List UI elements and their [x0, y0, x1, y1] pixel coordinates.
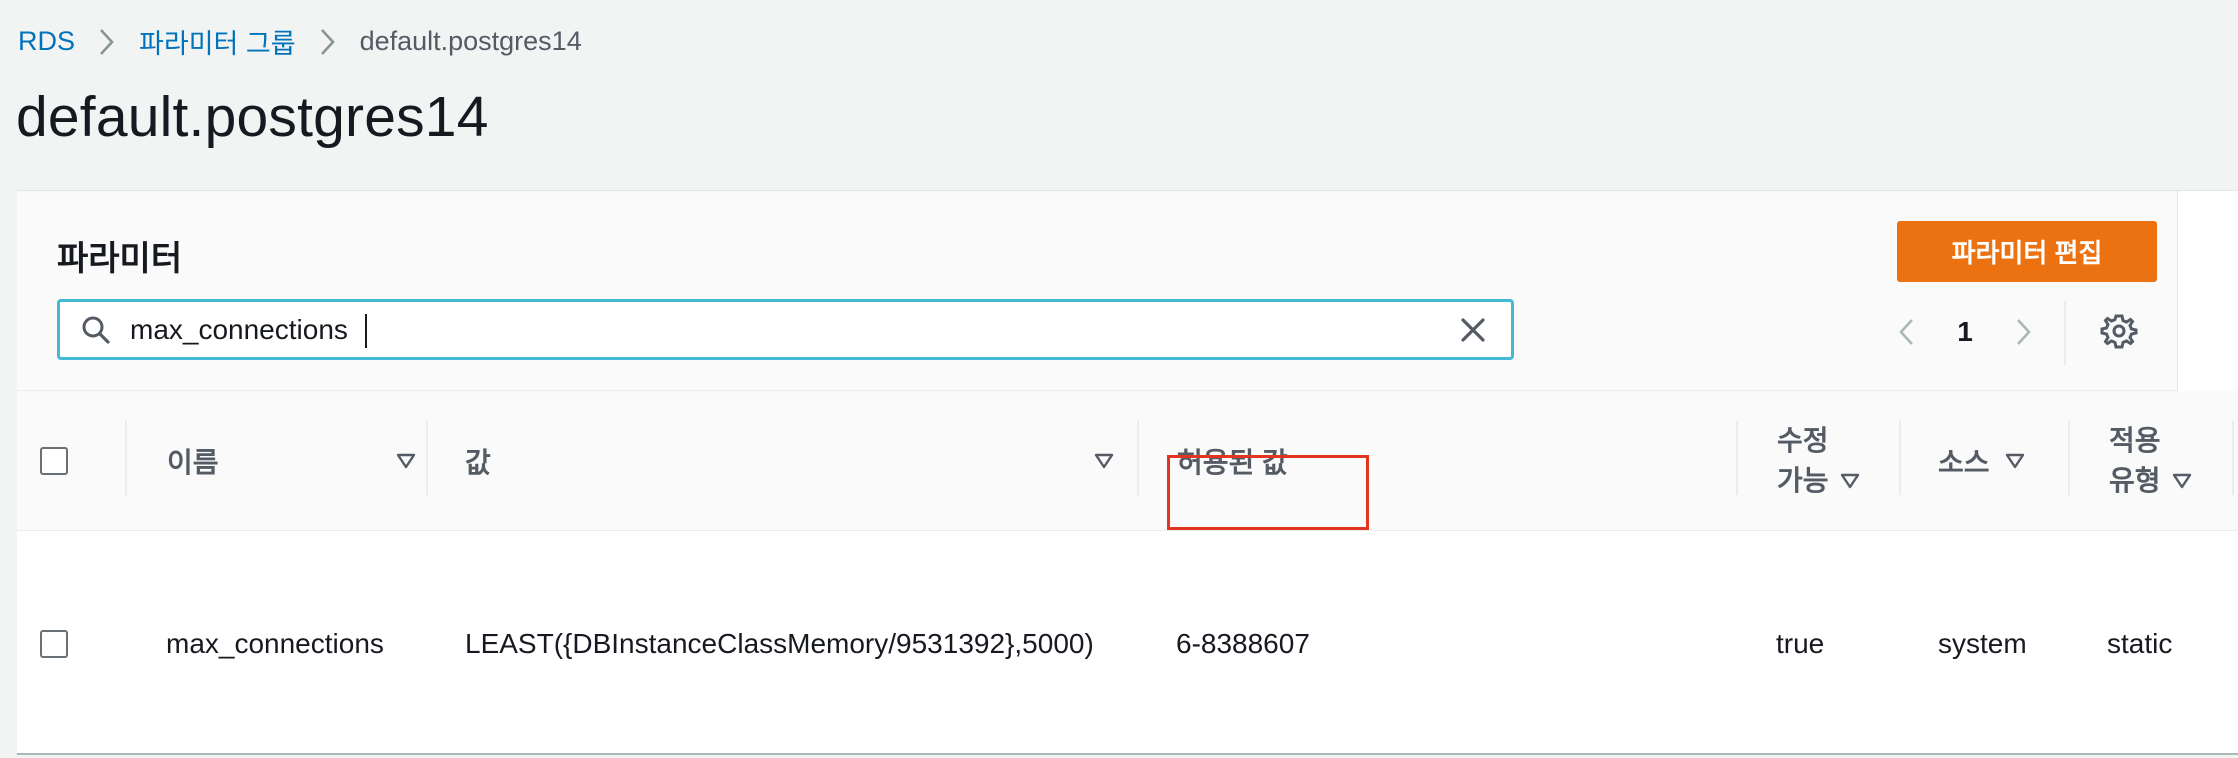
page-title: default.postgres14 [16, 85, 489, 149]
column-header-modifiable[interactable]: 수정 가능 [1777, 391, 1877, 531]
table-header: 이름 값 허용된 값 수정 가능 소스 적용 유형 [17, 391, 2238, 531]
row-select-cell [40, 532, 68, 755]
breadcrumb-parameter-groups-link[interactable]: 파라미터 그룹 [139, 22, 296, 61]
sort-down-icon[interactable] [395, 452, 417, 470]
column-label: 수정 가능 [1777, 421, 1861, 501]
sort-down-icon[interactable] [1093, 452, 1115, 470]
column-divider [1137, 421, 1139, 495]
panel-title: 파라미터 [57, 240, 183, 278]
column-label-line: 적용 [2109, 425, 2161, 456]
column-label: 적용 유형 [2109, 421, 2193, 501]
column-label: 이름 [167, 447, 219, 478]
cell-allowed-values: 6-8388607 [1176, 627, 1310, 659]
gear-icon[interactable] [2100, 312, 2138, 350]
cell-name: max_connections [166, 627, 384, 659]
breadcrumb: RDS 파라미터 그룹 default.postgres14 [18, 22, 582, 61]
chevron-right-icon [75, 27, 139, 57]
pagination: 1 [1889, 309, 2041, 355]
edit-parameters-button[interactable]: 파라미터 편집 [1897, 221, 2157, 282]
parameters-panel: 파라미터 파라미터 편집 1 [17, 190, 2238, 755]
chevron-left-icon[interactable] [1889, 312, 1925, 352]
column-divider [125, 421, 127, 495]
column-label: 소스 [1938, 447, 1990, 478]
select-all-checkbox[interactable] [40, 447, 68, 475]
cell-modifiable: true [1776, 627, 1825, 659]
column-label-line: 가능 [1777, 461, 1861, 501]
column-label: 값 [465, 447, 491, 478]
row-checkbox[interactable] [40, 629, 68, 658]
column-label-line: 유형 [2109, 461, 2193, 501]
search-icon [80, 314, 112, 346]
chevron-right-icon [296, 27, 360, 57]
sort-down-icon[interactable] [1839, 472, 1861, 490]
column-divider [426, 421, 428, 495]
column-divider [2068, 421, 2070, 495]
column-header-value[interactable]: 값 [465, 391, 1115, 531]
sort-down-icon[interactable] [2004, 452, 2026, 470]
annotation-highlight-box [1167, 455, 1369, 530]
table-row[interactable]: max_connections LEAST({DBInstanceClassMe… [17, 532, 2238, 755]
column-label-line-text: 유형 [2109, 465, 2161, 496]
breadcrumb-current: default.postgres14 [359, 26, 582, 56]
column-divider [2232, 421, 2234, 495]
column-label-line-text: 가능 [1777, 465, 1829, 496]
column-header-apply-type[interactable]: 적용 유형 [2109, 391, 2209, 531]
column-header-name[interactable]: 이름 [167, 391, 417, 531]
chevron-right-icon[interactable] [2005, 312, 2041, 352]
column-divider [1736, 421, 1738, 495]
sort-down-icon[interactable] [2171, 472, 2193, 490]
column-divider [1899, 421, 1901, 495]
panel-header: 파라미터 파라미터 편집 1 [17, 191, 2178, 391]
breadcrumb-rds-link[interactable]: RDS [18, 26, 75, 57]
cell-apply-type: static [2107, 627, 2173, 659]
column-label-line: 수정 [1777, 425, 1829, 456]
column-header-source[interactable]: 소스 [1938, 391, 2038, 531]
search-input[interactable] [112, 302, 1455, 357]
search-field[interactable] [57, 299, 1514, 360]
cell-value: LEAST({DBInstanceClassMemory/9531392},50… [465, 627, 1094, 659]
toolbar-divider [2064, 301, 2066, 365]
text-caret [365, 314, 367, 348]
current-page-number[interactable]: 1 [1925, 316, 2005, 348]
cell-source: system [1938, 627, 2027, 659]
select-all-column [40, 391, 68, 531]
clear-search-icon[interactable] [1455, 312, 1491, 348]
